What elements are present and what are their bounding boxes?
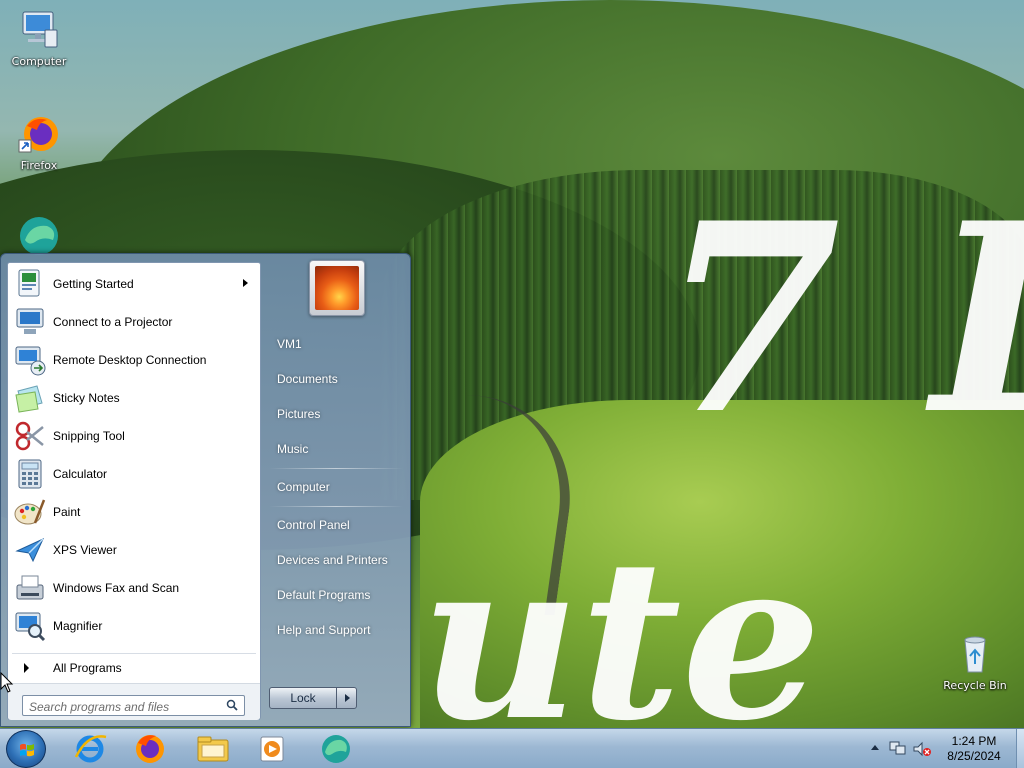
all-programs-button[interactable]: All Programs: [16, 656, 256, 680]
program-xps-viewer[interactable]: XPS Viewer: [8, 532, 260, 568]
sticky-notes-icon: [13, 381, 47, 415]
program-paint[interactable]: Paint: [8, 494, 260, 530]
clock-time: 1:24 PM: [951, 734, 997, 748]
taskbar-internet-explorer[interactable]: [68, 731, 112, 767]
user-picture[interactable]: [309, 260, 365, 316]
program-getting-started[interactable]: Getting Started: [8, 266, 260, 302]
explorer-icon: [197, 736, 229, 762]
wallpaper-lettering-2: ute: [420, 510, 822, 729]
projector-icon: [13, 305, 47, 339]
program-snipping-tool[interactable]: Snipping Tool: [8, 418, 260, 454]
desktop-icon-label: Firefox: [20, 159, 58, 172]
right-item-computer[interactable]: Computer: [277, 480, 407, 494]
getting-started-icon: [13, 267, 47, 301]
right-item-devices-printers[interactable]: Devices and Printers: [277, 553, 407, 567]
program-connect-projector[interactable]: Connect to a Projector: [8, 304, 260, 340]
program-label: Sticky Notes: [53, 391, 120, 405]
program-label: Calculator: [53, 467, 108, 481]
recycle-bin-icon: [953, 632, 997, 676]
search-input[interactable]: [22, 695, 245, 716]
show-desktop-button[interactable]: [1016, 729, 1024, 768]
wallpaper-lettering-1: 7 L: [660, 167, 1024, 472]
start-button[interactable]: [6, 730, 46, 768]
arrow-right-icon: [345, 694, 350, 702]
volume-muted-icon[interactable]: [912, 740, 932, 758]
arrow-right-icon: [24, 663, 29, 673]
right-item-help-support[interactable]: Help and Support: [277, 623, 407, 637]
separator: [269, 506, 403, 507]
right-item-music[interactable]: Music: [277, 442, 407, 456]
firefox-icon: [136, 735, 164, 763]
taskbar-edge[interactable]: [314, 731, 358, 767]
xps-viewer-icon: [13, 533, 47, 567]
computer-icon: [17, 8, 61, 52]
taskbar-firefox[interactable]: [128, 731, 172, 767]
program-remote-desktop[interactable]: Remote Desktop Connection: [8, 342, 260, 378]
program-sticky-notes[interactable]: Sticky Notes: [8, 380, 260, 416]
edge-icon: [322, 735, 350, 763]
program-label: Magnifier: [53, 619, 103, 633]
edge-icon: [17, 214, 61, 258]
desktop-icon-computer[interactable]: Computer: [2, 8, 76, 68]
clock-date: 8/25/2024: [947, 749, 1001, 763]
desktop-icon-label: Computer: [11, 55, 67, 68]
right-item-control-panel[interactable]: Control Panel: [277, 518, 407, 532]
user-avatar-icon: [315, 266, 359, 310]
program-label: Remote Desktop Connection: [53, 353, 207, 367]
internet-explorer-icon: [74, 735, 107, 763]
right-item-user[interactable]: VM1: [277, 337, 407, 351]
taskbar-windows-explorer[interactable]: [190, 731, 234, 767]
firefox-icon: [17, 112, 61, 156]
lock-button[interactable]: Lock: [269, 687, 337, 709]
mouse-cursor-icon: [0, 672, 14, 693]
desktop-icon-firefox[interactable]: Firefox: [2, 112, 76, 172]
taskbar: 1:24 PM 8/25/2024: [0, 728, 1024, 768]
calculator-icon: [13, 457, 47, 491]
media-player-icon: [260, 736, 284, 762]
program-label: Connect to a Projector: [53, 315, 173, 329]
separator: [269, 468, 403, 469]
right-item-documents[interactable]: Documents: [277, 372, 407, 386]
snipping-tool-icon: [13, 419, 47, 453]
program-calculator[interactable]: Calculator: [8, 456, 260, 492]
program-magnifier[interactable]: Magnifier: [8, 608, 260, 644]
program-label: Getting Started: [53, 277, 134, 291]
start-menu: Getting Started Connect to a Projector R…: [0, 253, 411, 727]
program-label: Windows Fax and Scan: [53, 581, 180, 595]
shutdown-options-button[interactable]: [336, 687, 357, 709]
taskbar-clock[interactable]: 1:24 PM 8/25/2024: [936, 734, 1012, 764]
windows-logo-icon: [20, 743, 34, 757]
program-label: Paint: [53, 505, 81, 519]
search-icon[interactable]: [226, 699, 238, 711]
paint-icon: [13, 495, 47, 529]
program-label: Snipping Tool: [53, 429, 125, 443]
right-item-pictures[interactable]: Pictures: [277, 407, 407, 421]
separator: [12, 653, 256, 654]
taskbar-media-player[interactable]: [250, 731, 294, 767]
right-item-default-programs[interactable]: Default Programs: [277, 588, 407, 602]
search-area: [8, 683, 260, 720]
desktop-icon-label: Recycle Bin: [943, 679, 1007, 692]
submenu-arrow-icon: [243, 279, 248, 287]
program-label: XPS Viewer: [53, 543, 117, 557]
magnifier-icon: [13, 609, 47, 643]
network-icon[interactable]: [888, 740, 908, 758]
fax-scan-icon: [13, 571, 47, 605]
all-programs-label: All Programs: [53, 661, 122, 675]
program-fax-scan[interactable]: Windows Fax and Scan: [8, 570, 260, 606]
desktop-icon-recycle-bin[interactable]: Recycle Bin: [938, 632, 1012, 692]
show-hidden-icons-button[interactable]: [871, 745, 879, 750]
start-menu-programs-pane: Getting Started Connect to a Projector R…: [7, 262, 261, 720]
remote-desktop-icon: [13, 343, 47, 377]
